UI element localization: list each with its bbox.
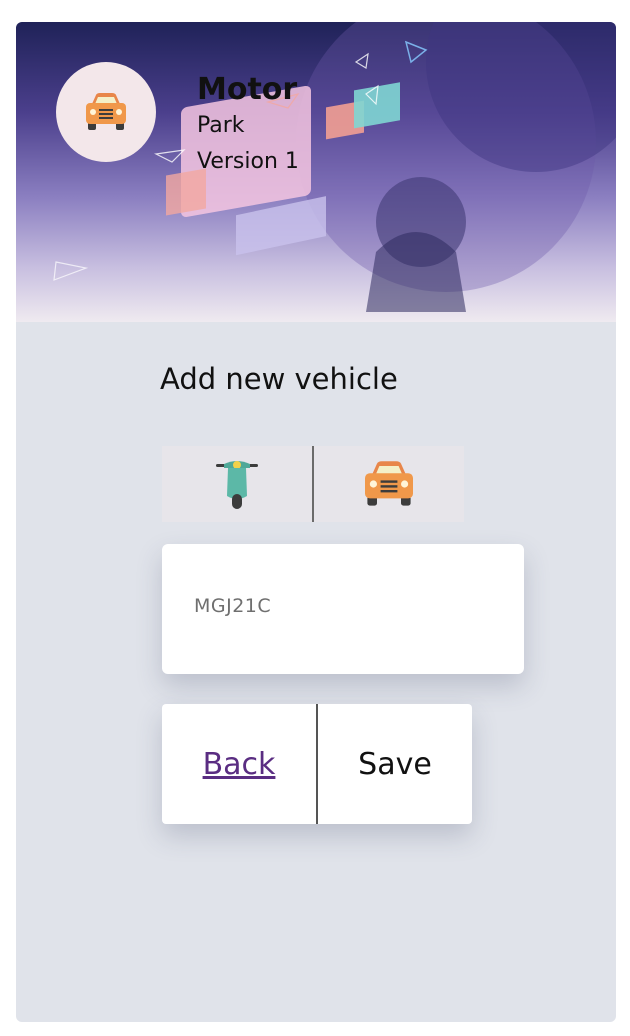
page-title: Add new vehicle <box>160 362 398 396</box>
car-icon <box>365 461 413 506</box>
car-icon <box>86 93 126 130</box>
app-brand: Motor Park Version 1 <box>197 72 299 180</box>
back-link[interactable]: Back <box>162 704 316 824</box>
car-option[interactable] <box>314 446 464 522</box>
app-version: Version 1 <box>197 149 299 174</box>
header-banner: Motor Park Version 1 <box>16 22 616 322</box>
save-button[interactable]: Save <box>318 704 472 824</box>
scooter-option[interactable] <box>162 446 312 522</box>
app-logo-avatar <box>56 62 156 162</box>
action-buttons: Back Save <box>162 704 472 824</box>
scooter-icon <box>216 461 258 509</box>
app-card: Motor Park Version 1 Add new vehicle MGJ… <box>16 22 616 1022</box>
plate-number-input[interactable] <box>192 594 496 618</box>
app-subtitle: Park <box>197 113 245 138</box>
plate-number-card <box>162 544 524 674</box>
app-title: Motor <box>197 72 298 107</box>
vehicle-type-selector <box>162 446 464 522</box>
